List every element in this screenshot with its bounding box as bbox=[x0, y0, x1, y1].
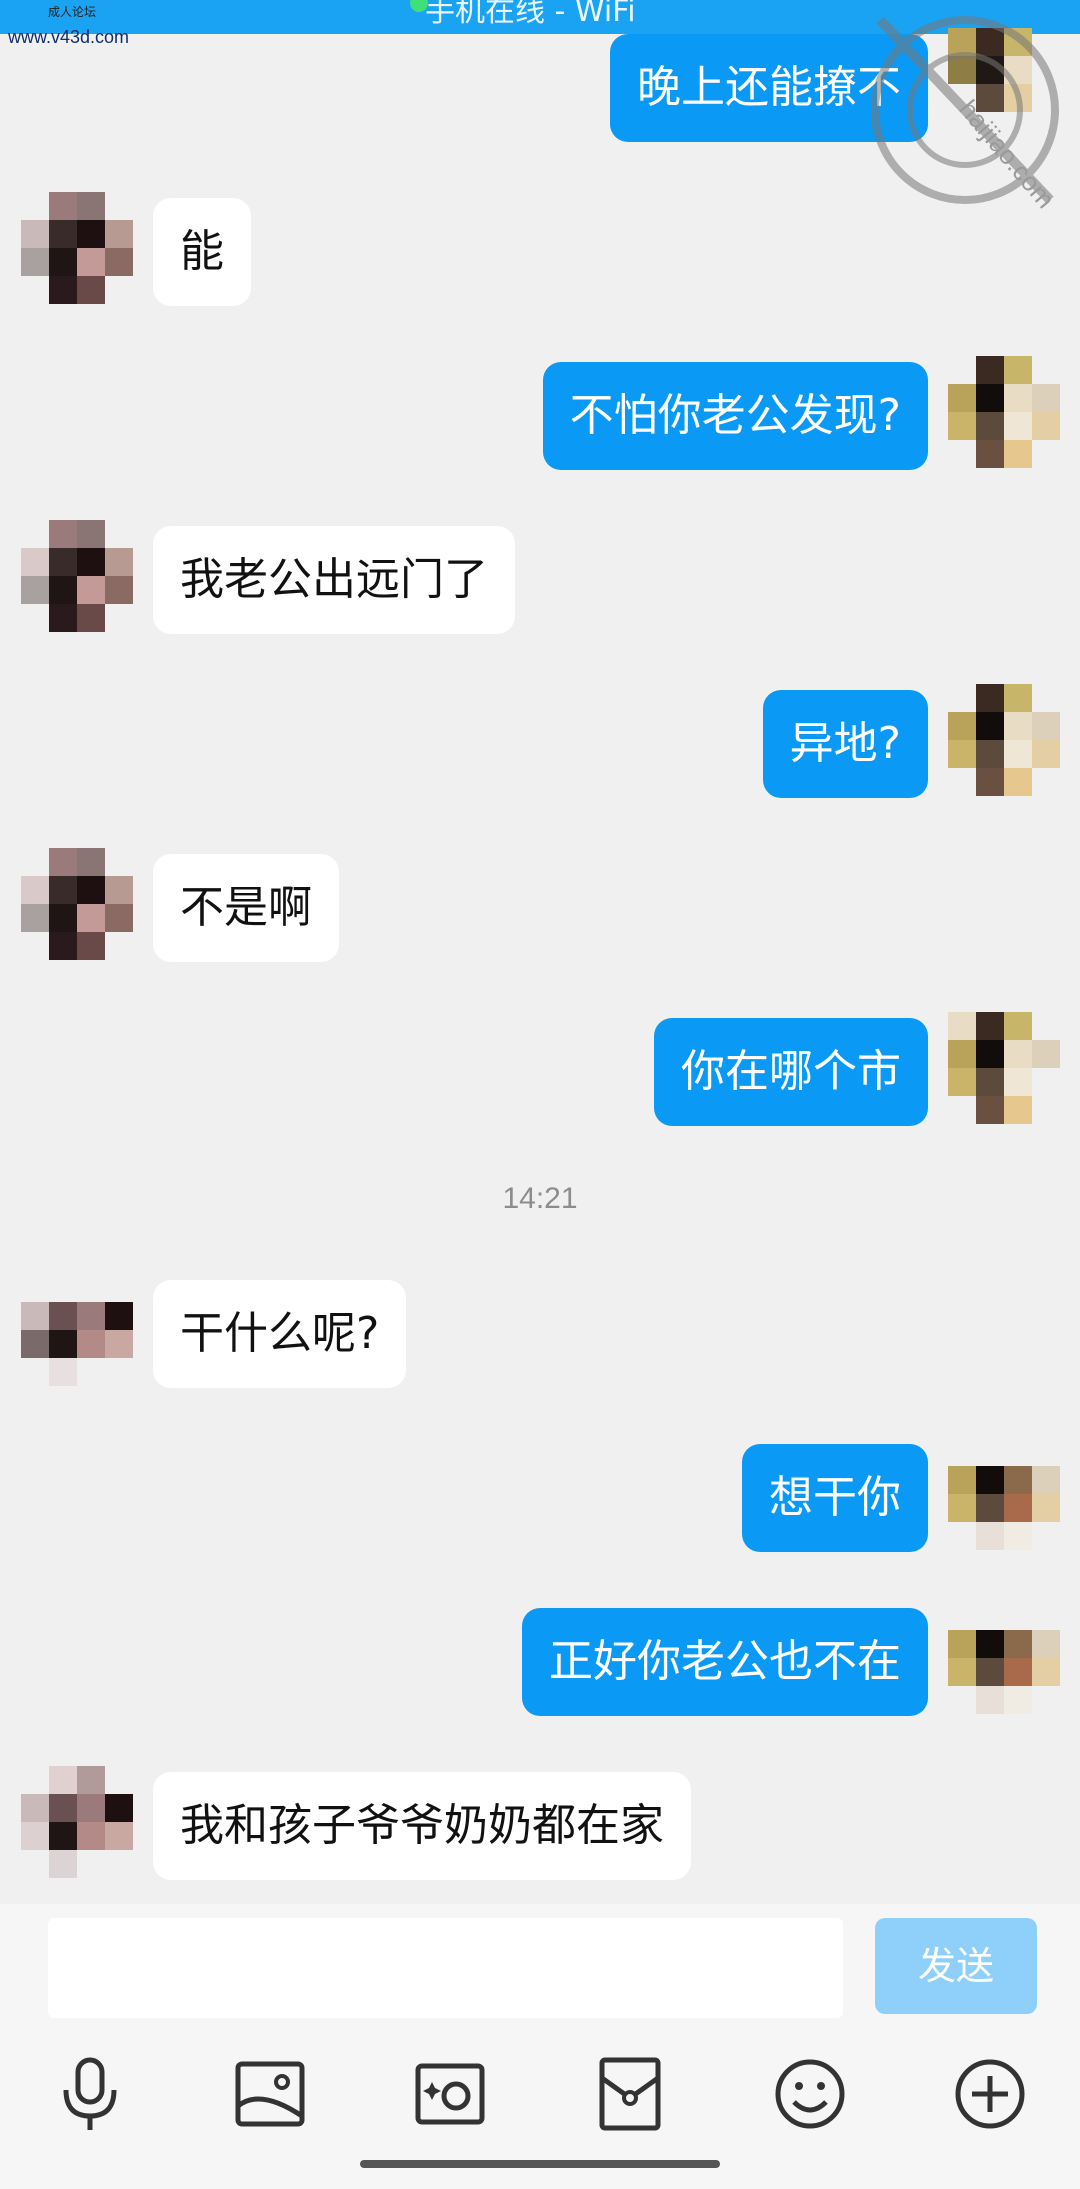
contact-avatar[interactable] bbox=[21, 520, 133, 632]
message-bubble-out[interactable]: 你在哪个市 bbox=[654, 1018, 928, 1126]
plus-icon[interactable] bbox=[950, 2054, 1030, 2134]
contact-avatar[interactable] bbox=[21, 848, 133, 960]
contact-avatar[interactable] bbox=[21, 1274, 133, 1386]
contact-avatar[interactable] bbox=[21, 1766, 133, 1878]
my-avatar[interactable] bbox=[948, 1012, 1060, 1124]
emoji-icon[interactable] bbox=[770, 2054, 850, 2134]
my-avatar[interactable] bbox=[948, 1438, 1060, 1550]
send-button[interactable]: 发送 bbox=[875, 1918, 1037, 2014]
my-avatar[interactable] bbox=[948, 684, 1060, 796]
message-input-bar: 发送 bbox=[0, 1904, 1080, 2054]
message-bubble-out[interactable]: 想干你 bbox=[742, 1444, 928, 1552]
status-text: 手机在线 - WiFi bbox=[425, 0, 636, 29]
watermark-site-text: www.v43d.com bbox=[8, 27, 130, 47]
message-input[interactable] bbox=[48, 1918, 843, 2018]
message-bubble-in[interactable]: 能 bbox=[153, 198, 251, 306]
message-bubble-in[interactable]: 我老公出远门了 bbox=[153, 526, 515, 634]
message-bubble-out[interactable]: 异地? bbox=[762, 690, 928, 798]
microphone-icon[interactable] bbox=[50, 2054, 130, 2134]
camera-icon[interactable] bbox=[410, 2054, 490, 2134]
image-icon[interactable] bbox=[230, 2054, 310, 2134]
my-avatar[interactable] bbox=[948, 1602, 1060, 1714]
contact-avatar[interactable] bbox=[21, 192, 133, 304]
watermark-logo-icon: haijiao.com bbox=[871, 16, 1061, 214]
message-bubble-in[interactable]: 不是啊 bbox=[153, 854, 339, 962]
home-indicator[interactable] bbox=[360, 2160, 720, 2168]
message-timestamp: 14:21 bbox=[502, 1182, 578, 1215]
message-bubble-out[interactable]: 正好你老公也不在 bbox=[522, 1608, 928, 1716]
message-bubble-in[interactable]: 我和孩子爷爷奶奶都在家 bbox=[153, 1772, 691, 1880]
watermark-small-text: 成人论坛 bbox=[48, 5, 97, 19]
site-watermark: 成人论坛 www.v43d.com bbox=[8, 6, 129, 46]
red-packet-icon[interactable] bbox=[590, 2054, 670, 2134]
message-bubble-out[interactable]: 不怕你老公发现? bbox=[542, 362, 928, 470]
chat-message-list[interactable]: 晚上还能撩不 能 不怕你老公发现? 我老公出远门了 异地? 不是啊 你在哪个市 … bbox=[0, 28, 1080, 1904]
message-bubble-in[interactable]: 干什么呢? bbox=[153, 1280, 407, 1388]
my-avatar[interactable] bbox=[948, 356, 1060, 468]
input-toolbar bbox=[0, 2054, 1080, 2154]
